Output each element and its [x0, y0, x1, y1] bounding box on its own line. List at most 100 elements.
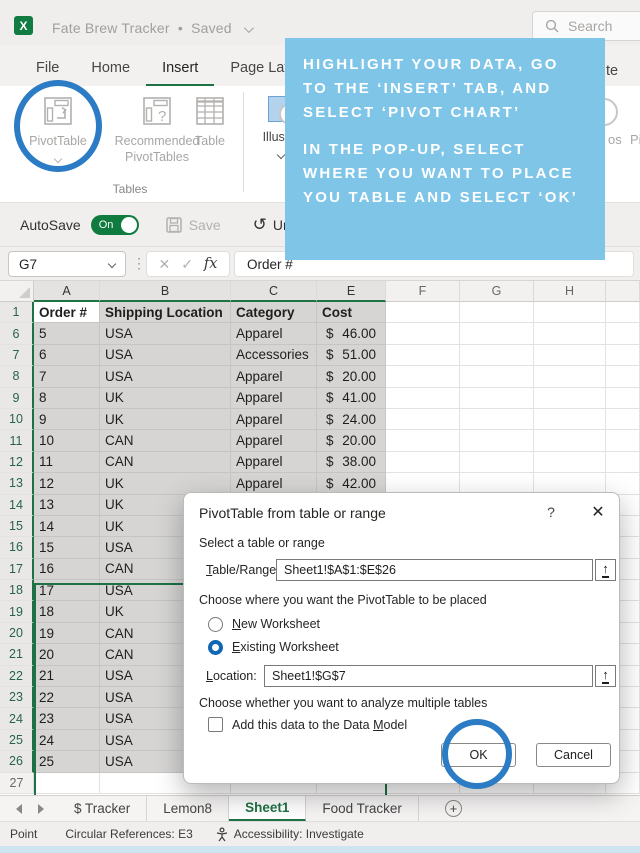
- row-header-16[interactable]: 16: [0, 537, 34, 558]
- row-header-18[interactable]: 18: [0, 580, 34, 601]
- grid-cell[interactable]: [386, 388, 460, 409]
- grid-cell[interactable]: 10: [34, 430, 100, 451]
- grid-cell[interactable]: Apparel: [231, 388, 317, 409]
- grid-cell[interactable]: [534, 409, 606, 430]
- grid-cell[interactable]: [386, 409, 460, 430]
- range-picker-button[interactable]: ↑: [595, 665, 616, 687]
- row-header-14[interactable]: 14: [0, 495, 34, 516]
- grid-cell[interactable]: Apparel: [231, 452, 317, 473]
- grid-cell[interactable]: [534, 452, 606, 473]
- column-header-A[interactable]: A: [34, 281, 100, 302]
- grid-cell[interactable]: [386, 302, 460, 323]
- grid-cell[interactable]: [534, 430, 606, 451]
- grid-cell[interactable]: 6: [34, 345, 100, 366]
- autosave-toggle[interactable]: On: [91, 215, 139, 235]
- sheet-tab-lemon8[interactable]: Lemon8: [147, 796, 229, 821]
- name-box[interactable]: G7: [8, 251, 126, 277]
- row-header-25[interactable]: 25: [0, 730, 34, 751]
- row-header-1[interactable]: 1: [0, 302, 34, 323]
- grid-cell[interactable]: 5: [34, 323, 100, 344]
- grid-cell[interactable]: 13: [34, 495, 100, 516]
- grid-cell[interactable]: [606, 323, 640, 344]
- grid-cell[interactable]: [386, 323, 460, 344]
- grid-cell[interactable]: [534, 388, 606, 409]
- row-header-26[interactable]: 26: [0, 751, 34, 772]
- grid-cell[interactable]: $24.00: [317, 409, 386, 430]
- excel-app-icon[interactable]: X: [14, 16, 33, 35]
- row-header-24[interactable]: 24: [0, 708, 34, 729]
- grid-cell[interactable]: Apparel: [231, 409, 317, 430]
- grid-cell[interactable]: [534, 366, 606, 387]
- confirm-entry-icon[interactable]: ✓: [181, 256, 193, 273]
- table-button[interactable]: Table: [180, 96, 240, 150]
- column-header-E[interactable]: E: [317, 281, 386, 302]
- save-button[interactable]: Save: [165, 216, 221, 234]
- column-header-C[interactable]: C: [231, 281, 317, 302]
- data-model-checkbox[interactable]: [208, 717, 223, 732]
- grid-cell[interactable]: [606, 345, 640, 366]
- insert-function-icon[interactable]: fx: [204, 256, 218, 272]
- grid-cell[interactable]: [534, 323, 606, 344]
- grid-cell[interactable]: Category: [231, 302, 317, 323]
- status-circular-references[interactable]: Circular References: E3: [65, 827, 192, 841]
- grid-cell[interactable]: [606, 388, 640, 409]
- document-title[interactable]: Fate Brew Tracker • Saved: [52, 20, 251, 36]
- sheet-tab-tracker[interactable]: $ Tracker: [58, 796, 147, 821]
- grid-cell[interactable]: 16: [34, 559, 100, 580]
- grid-cell[interactable]: Cost: [317, 302, 386, 323]
- ok-button[interactable]: OK: [441, 743, 516, 767]
- grid-cell[interactable]: USA: [100, 366, 231, 387]
- sheet-tab-sheet1[interactable]: Sheet1: [229, 796, 306, 821]
- grid-cell[interactable]: 15: [34, 537, 100, 558]
- cancel-button[interactable]: Cancel: [536, 743, 611, 767]
- grid-cell[interactable]: Shipping Location: [100, 302, 231, 323]
- grid-cell[interactable]: $20.00: [317, 430, 386, 451]
- sheet-nav-left-icon[interactable]: [16, 804, 22, 814]
- grid-cell[interactable]: 7: [34, 366, 100, 387]
- grid-cell[interactable]: CAN: [100, 452, 231, 473]
- location-input[interactable]: Sheet1!$G$7: [264, 665, 593, 687]
- grid-cell[interactable]: $38.00: [317, 452, 386, 473]
- grid-cell[interactable]: USA: [100, 345, 231, 366]
- grid-cell[interactable]: 24: [34, 730, 100, 751]
- grid-cell[interactable]: 20: [34, 644, 100, 665]
- grid-cell[interactable]: [534, 302, 606, 323]
- grid-cell[interactable]: $51.00: [317, 345, 386, 366]
- row-header-10[interactable]: 10: [0, 409, 34, 430]
- dialog-help-button[interactable]: ?: [540, 504, 562, 520]
- drag-handle-icon[interactable]: ⋮: [132, 255, 146, 272]
- grid-cell[interactable]: [460, 409, 534, 430]
- grid-cell[interactable]: 21: [34, 666, 100, 687]
- grid-cell[interactable]: [460, 366, 534, 387]
- row-header-22[interactable]: 22: [0, 666, 34, 687]
- grid-cell[interactable]: $41.00: [317, 388, 386, 409]
- grid-cell[interactable]: [460, 302, 534, 323]
- grid-cell[interactable]: [386, 366, 460, 387]
- grid-cell[interactable]: [34, 773, 100, 794]
- row-header-9[interactable]: 9: [0, 388, 34, 409]
- radio-new-worksheet[interactable]: [208, 617, 223, 632]
- grid-cell[interactable]: $20.00: [317, 366, 386, 387]
- row-header-27[interactable]: 27: [0, 773, 34, 794]
- grid-cell[interactable]: Accessories: [231, 345, 317, 366]
- grid-cell[interactable]: [460, 430, 534, 451]
- tab-insert[interactable]: Insert: [146, 60, 214, 86]
- grid-cell[interactable]: Apparel: [231, 366, 317, 387]
- grid-cell[interactable]: [606, 430, 640, 451]
- cancel-entry-icon[interactable]: ✕: [158, 256, 170, 273]
- grid-cell[interactable]: [386, 430, 460, 451]
- grid-cell[interactable]: [460, 388, 534, 409]
- grid-cell[interactable]: Apparel: [231, 430, 317, 451]
- status-accessibility[interactable]: Accessibility: Investigate: [215, 827, 364, 842]
- grid-cell[interactable]: 25: [34, 751, 100, 772]
- column-header-F[interactable]: F: [386, 281, 460, 302]
- table-range-input[interactable]: Sheet1!$A$1:$E$26: [276, 559, 593, 581]
- column-header-G[interactable]: G: [460, 281, 534, 302]
- row-header-19[interactable]: 19: [0, 601, 34, 622]
- tab-home[interactable]: Home: [75, 60, 146, 86]
- row-header-17[interactable]: 17: [0, 559, 34, 580]
- grid-cell[interactable]: [606, 409, 640, 430]
- grid-cell[interactable]: CAN: [100, 430, 231, 451]
- grid-cell[interactable]: 8: [34, 388, 100, 409]
- column-header-H[interactable]: H: [534, 281, 606, 302]
